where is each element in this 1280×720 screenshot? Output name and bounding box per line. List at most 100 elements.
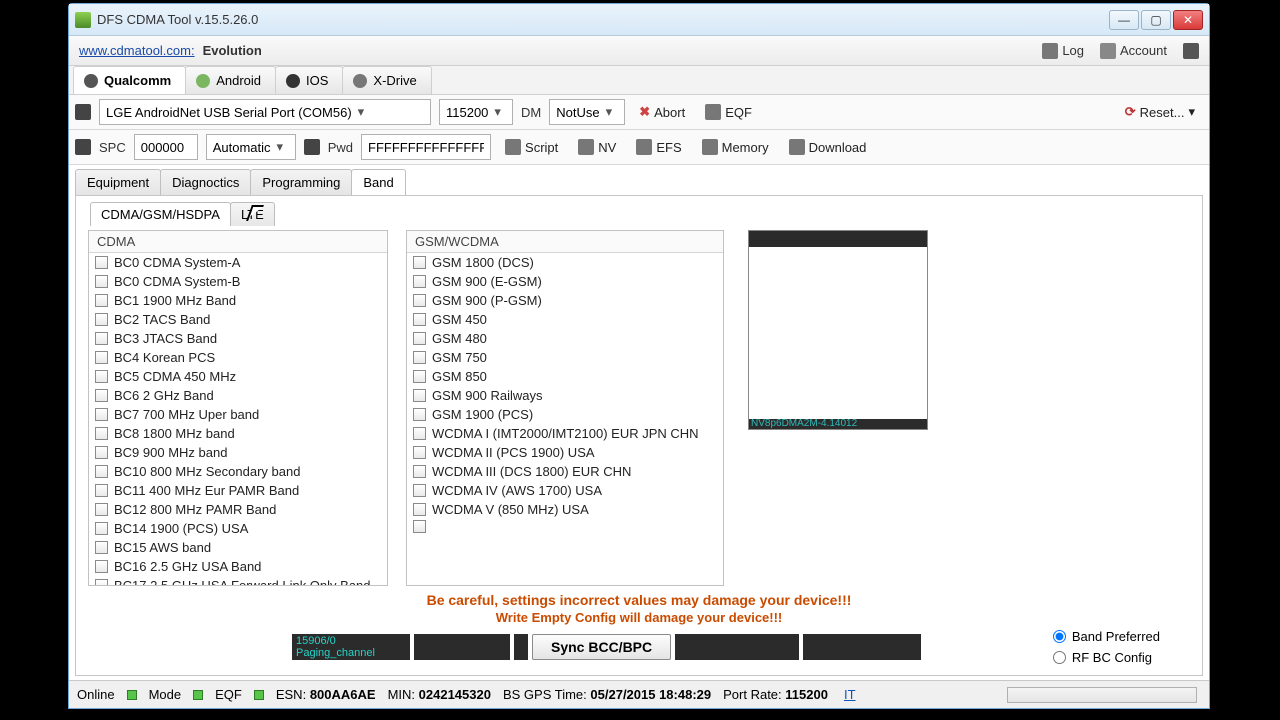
sync-button[interactable]: Sync BCC/BPC <box>532 634 671 660</box>
tab-xdrive[interactable]: X-Drive <box>342 66 431 94</box>
spc-input[interactable] <box>134 134 198 160</box>
checkbox[interactable] <box>413 275 426 288</box>
tab-android[interactable]: Android <box>185 66 276 94</box>
checkbox[interactable] <box>95 389 108 402</box>
checkbox[interactable] <box>95 541 108 554</box>
checkbox[interactable] <box>413 484 426 497</box>
close-button[interactable]: ✕ <box>1173 10 1203 30</box>
port-select[interactable]: LGE AndroidNet USB Serial Port (COM56) <box>99 99 431 125</box>
spc-mode-select[interactable]: Automatic <box>206 134 296 160</box>
tab-ios[interactable]: IOS <box>275 66 343 94</box>
checkbox[interactable] <box>95 427 108 440</box>
checkbox[interactable] <box>413 256 426 269</box>
checkbox[interactable] <box>413 503 426 516</box>
subtab-cdma-gsm-hsdpa[interactable]: CDMA/GSM/HSDPA <box>90 202 231 226</box>
baud-select[interactable]: 115200 <box>439 99 513 125</box>
checkbox[interactable] <box>413 408 426 421</box>
list-item[interactable]: BC1 1900 MHz Band <box>89 291 387 310</box>
tab-band[interactable]: Band <box>351 169 405 195</box>
checkbox[interactable] <box>95 560 108 573</box>
list-item[interactable]: BC0 CDMA System-B <box>89 272 387 291</box>
tab-diagnostics[interactable]: Diagnoctics <box>160 169 251 195</box>
checkbox[interactable] <box>95 446 108 459</box>
maximize-button[interactable]: ▢ <box>1141 10 1171 30</box>
checkbox[interactable] <box>95 579 108 585</box>
checkbox[interactable] <box>413 294 426 307</box>
list-item[interactable]: WCDMA I (IMT2000/IMT2100) EUR JPN CHN <box>407 424 723 443</box>
reset-button[interactable]: ⟳Reset...▾ <box>1117 100 1203 124</box>
list-item[interactable]: GSM 850 <box>407 367 723 386</box>
checkbox[interactable] <box>95 294 108 307</box>
tab-equipment[interactable]: Equipment <box>75 169 161 195</box>
minimize-button[interactable]: — <box>1109 10 1139 30</box>
checkbox[interactable] <box>95 370 108 383</box>
checkbox[interactable] <box>95 522 108 535</box>
speech-icon[interactable] <box>1183 43 1199 59</box>
checkbox[interactable] <box>95 256 108 269</box>
checkbox[interactable] <box>95 351 108 364</box>
radio-rf-bc-config[interactable]: RF BC Config <box>1053 650 1160 665</box>
subtab-lte[interactable]: LTE <box>230 202 275 226</box>
list-item[interactable]: WCDMA V (850 MHz) USA <box>407 500 723 519</box>
abort-button[interactable]: ✖Abort <box>633 101 691 123</box>
list-item[interactable]: GSM 900 (P-GSM) <box>407 291 723 310</box>
checkbox[interactable] <box>95 465 108 478</box>
list-item[interactable]: BC10 800 MHz Secondary band <box>89 462 387 481</box>
checkbox[interactable] <box>413 370 426 383</box>
list-item[interactable]: BC5 CDMA 450 MHz <box>89 367 387 386</box>
checkbox[interactable] <box>413 427 426 440</box>
list-item[interactable]: GSM 1800 (DCS) <box>407 253 723 272</box>
list-item[interactable]: GSM 750 <box>407 348 723 367</box>
checkbox[interactable] <box>95 275 108 288</box>
list-item[interactable]: BC14 1900 (PCS) USA <box>89 519 387 538</box>
list-item[interactable]: BC17 2.5 GHz USA Forward Link Only Band <box>89 576 387 585</box>
script-button[interactable]: Script <box>499 136 564 158</box>
list-item[interactable]: BC2 TACS Band <box>89 310 387 329</box>
list-item[interactable]: BC15 AWS band <box>89 538 387 557</box>
list-item[interactable]: WCDMA III (DCS 1800) EUR CHN <box>407 462 723 481</box>
checkbox[interactable] <box>413 332 426 345</box>
list-item[interactable] <box>407 519 723 534</box>
list-item[interactable]: BC7 700 MHz Uper band <box>89 405 387 424</box>
account-button[interactable]: Account <box>1100 43 1167 59</box>
checkbox[interactable] <box>95 313 108 326</box>
checkbox[interactable] <box>413 313 426 326</box>
list-item[interactable]: BC11 400 MHz Eur PAMR Band <box>89 481 387 500</box>
list-item[interactable]: BC0 CDMA System-A <box>89 253 387 272</box>
checkbox[interactable] <box>95 484 108 497</box>
list-item[interactable]: GSM 900 Railways <box>407 386 723 405</box>
eqf-button[interactable]: EQF <box>699 101 758 123</box>
efs-button[interactable]: EFS <box>630 136 687 158</box>
checkbox[interactable] <box>95 332 108 345</box>
list-item[interactable]: WCDMA II (PCS 1900) USA <box>407 443 723 462</box>
list-item[interactable]: GSM 1900 (PCS) <box>407 405 723 424</box>
checkbox[interactable] <box>413 520 426 533</box>
checkbox[interactable] <box>413 351 426 364</box>
list-item[interactable]: GSM 480 <box>407 329 723 348</box>
list-item[interactable]: BC9 900 MHz band <box>89 443 387 462</box>
memory-button[interactable]: Memory <box>696 136 775 158</box>
checkbox[interactable] <box>95 503 108 516</box>
download-button[interactable]: Download <box>783 136 873 158</box>
log-button[interactable]: Log <box>1042 43 1084 59</box>
it-link[interactable]: IT <box>844 687 856 702</box>
pwd-input[interactable] <box>361 134 491 160</box>
list-item[interactable]: BC16 2.5 GHz USA Band <box>89 557 387 576</box>
list-item[interactable]: BC4 Korean PCS <box>89 348 387 367</box>
dm-select[interactable]: NotUse <box>549 99 625 125</box>
list-item[interactable]: WCDMA IV (AWS 1700) USA <box>407 481 723 500</box>
list-item[interactable]: BC6 2 GHz Band <box>89 386 387 405</box>
radio-band-preferred[interactable]: Band Preferred <box>1053 629 1160 644</box>
list-item[interactable]: GSM 900 (E-GSM) <box>407 272 723 291</box>
list-item[interactable]: GSM 450 <box>407 310 723 329</box>
checkbox[interactable] <box>413 465 426 478</box>
tab-qualcomm[interactable]: Qualcomm <box>73 66 186 94</box>
website-link[interactable]: www.cdmatool.com: <box>79 43 195 58</box>
tab-programming[interactable]: Programming <box>250 169 352 195</box>
checkbox[interactable] <box>413 446 426 459</box>
checkbox[interactable] <box>413 389 426 402</box>
checkbox[interactable] <box>95 408 108 421</box>
list-item[interactable]: BC8 1800 MHz band <box>89 424 387 443</box>
list-item[interactable]: BC12 800 MHz PAMR Band <box>89 500 387 519</box>
list-item[interactable]: BC3 JTACS Band <box>89 329 387 348</box>
